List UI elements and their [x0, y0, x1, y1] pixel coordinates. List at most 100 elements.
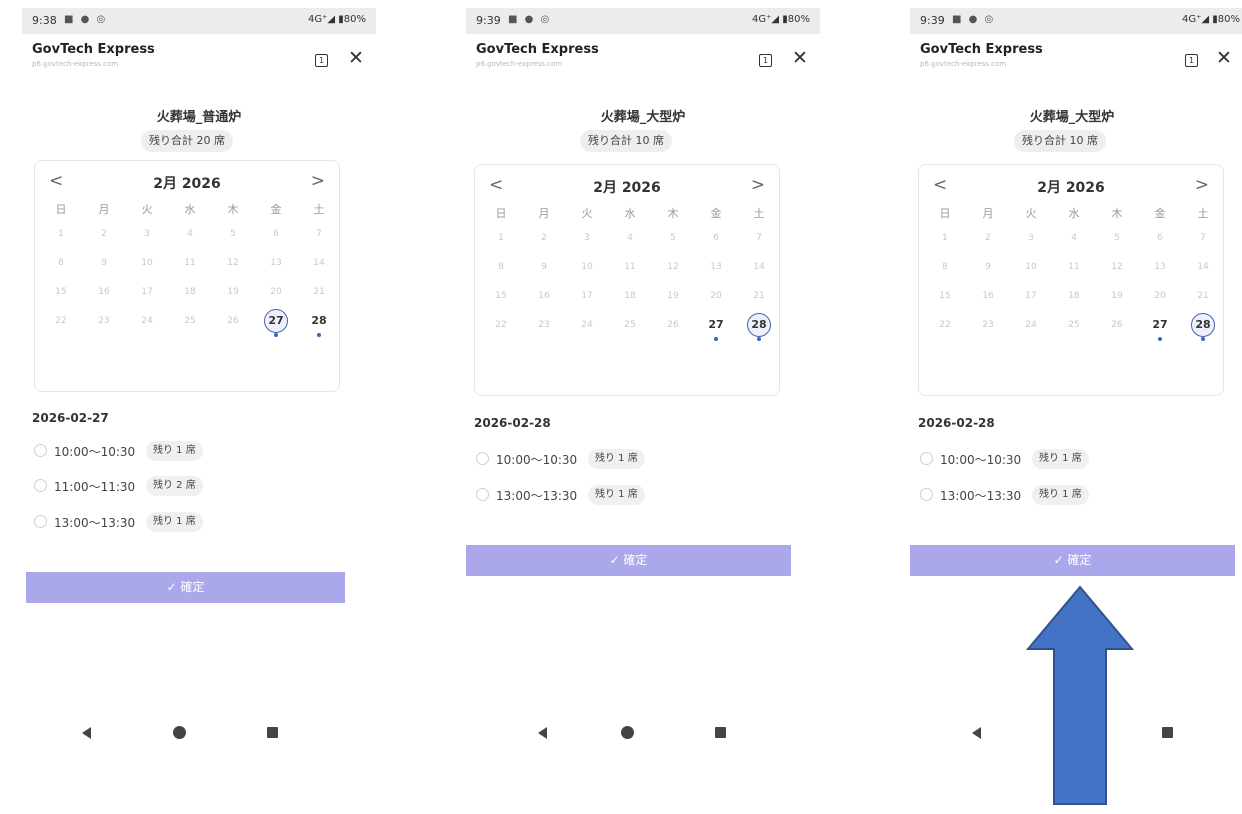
back-icon[interactable] — [972, 727, 981, 739]
time-slot-option[interactable]: 10:00〜10:30 残り 1 席 — [34, 440, 234, 462]
availability-dot — [274, 333, 278, 337]
calendar-day: 7 — [1200, 233, 1206, 243]
remaining-total-badge: 残り合計 20 席 — [141, 130, 233, 152]
slot-time: 10:00〜10:30 — [54, 445, 136, 459]
confirm-button[interactable]: ✓ 確定 — [466, 545, 791, 576]
calendar-day: 4 — [187, 229, 193, 239]
calendar-day: 18 — [184, 287, 196, 297]
notification-icons: ■ ● ◎ — [508, 14, 552, 25]
back-icon[interactable] — [82, 727, 91, 739]
weekday-label: 火 — [141, 203, 153, 216]
calendar-day: 26 — [667, 320, 679, 330]
calendar-day: 14 — [1197, 262, 1209, 272]
calendar-day: 16 — [98, 287, 110, 297]
weekday-label: 日 — [495, 207, 507, 220]
recent-apps-icon[interactable] — [715, 727, 726, 738]
close-icon[interactable]: ✕ — [792, 48, 808, 68]
calendar-day: 23 — [538, 320, 550, 330]
time-slot-option[interactable]: 13:00〜13:30 残り 1 席 — [34, 511, 234, 533]
calendar-month-label: 2月 2026 — [1037, 180, 1105, 196]
calendar-day: 7 — [316, 229, 322, 239]
weekday-label: 日 — [939, 207, 951, 220]
slot-radio-button[interactable] — [34, 444, 47, 457]
calendar-day[interactable]: 28 — [304, 306, 334, 336]
slot-radio-button[interactable] — [34, 515, 47, 528]
tabs-button[interactable]: 1 — [315, 54, 328, 67]
slot-radio-button[interactable] — [34, 479, 47, 492]
time-slot-option[interactable]: 13:00〜13:30 残り 1 席 — [920, 484, 1120, 506]
calendar-day[interactable]: 28 — [1191, 313, 1215, 337]
calendar-day[interactable]: 27 — [1145, 310, 1175, 340]
calendar-day: 26 — [227, 316, 239, 326]
calendar-day: 11 — [184, 258, 196, 268]
calendar-day[interactable]: 27 — [701, 310, 731, 340]
app-url: p6.govtech-express.com — [920, 60, 1007, 68]
recent-apps-icon[interactable] — [267, 727, 278, 738]
slot-remaining-badge: 残り 1 席 — [1032, 485, 1089, 505]
slot-radio-button[interactable] — [920, 452, 933, 465]
phone-screen-1: 9:38 ■ ● ◎ 4G⁺◢ ▮80% GovTech Express p6.… — [22, 0, 376, 814]
weekday-label: 月 — [98, 203, 110, 216]
annotation-arrow-icon — [1026, 585, 1134, 805]
calendar-day: 16 — [982, 291, 994, 301]
availability-dot — [317, 333, 321, 337]
calendar-day: 21 — [313, 287, 325, 297]
slot-remaining-badge: 残り 1 席 — [588, 485, 645, 505]
calendar: <2月 2026 > 日月火水木金土 1 2 3 4 5 6 7 8 9 10 11 12 13 14 15 16 1… — [918, 164, 1224, 396]
app-url: p6.govtech-express.com — [476, 60, 563, 68]
calendar-day: 2 — [985, 233, 991, 243]
calendar-day[interactable]: 28 — [747, 313, 771, 337]
slot-radio-button[interactable] — [920, 488, 933, 501]
calendar-day[interactable]: 27 — [264, 309, 288, 333]
next-month-button[interactable]: > — [1195, 175, 1209, 195]
home-icon[interactable] — [621, 726, 634, 739]
next-month-button[interactable]: > — [311, 171, 325, 191]
calendar-day: 20 — [270, 287, 282, 297]
time-slot-option[interactable]: 11:00〜11:30 残り 2 席 — [34, 475, 234, 497]
calendar-day: 2 — [541, 233, 547, 243]
slot-time: 11:00〜11:30 — [54, 480, 136, 494]
back-icon[interactable] — [538, 727, 547, 739]
calendar-day: 10 — [581, 262, 593, 272]
calendar-day: 20 — [1154, 291, 1166, 301]
calendar-day: 9 — [101, 258, 107, 268]
next-month-button[interactable]: > — [751, 175, 765, 195]
status-time: 9:38 — [32, 14, 57, 27]
calendar-day: 12 — [667, 262, 679, 272]
calendar-day: 3 — [1028, 233, 1034, 243]
status-bar: 9:39 ■ ● ◎ 4G⁺◢ ▮80% — [466, 8, 820, 34]
calendar-day: 8 — [942, 262, 948, 272]
calendar-day: 1 — [942, 233, 948, 243]
calendar: <2月 2026 > 日月火水木金土 1 2 3 4 5 6 7 8 9 10 11 12 13 14 15 16 1… — [34, 160, 340, 392]
calendar-day: 6 — [273, 229, 279, 239]
calendar-day: 23 — [98, 316, 110, 326]
tabs-button[interactable]: 1 — [1185, 54, 1198, 67]
facility-title: 火葬場_普通炉 — [156, 110, 242, 125]
weekday-label: 木 — [227, 203, 239, 216]
slot-remaining-badge: 残り 1 席 — [146, 512, 203, 532]
recent-apps-icon[interactable] — [1162, 727, 1173, 738]
calendar-day: 22 — [495, 320, 507, 330]
calendar-day: 26 — [1111, 320, 1123, 330]
slot-radio-button[interactable] — [476, 452, 489, 465]
slot-remaining-badge: 残り 1 席 — [146, 441, 203, 461]
slot-radio-button[interactable] — [476, 488, 489, 501]
calendar-day: 5 — [1114, 233, 1120, 243]
slot-time: 13:00〜13:30 — [940, 489, 1022, 503]
tabs-button[interactable]: 1 — [759, 54, 772, 67]
weekday-label: 水 — [624, 207, 636, 220]
close-icon[interactable]: ✕ — [1216, 48, 1232, 68]
weekday-label: 水 — [1068, 207, 1080, 220]
time-slot-option[interactable]: 13:00〜13:30 残り 1 席 — [476, 484, 676, 506]
calendar-day: 22 — [939, 320, 951, 330]
time-slot-option[interactable]: 10:00〜10:30 残り 1 席 — [920, 448, 1120, 470]
confirm-button[interactable]: ✓ 確定 — [910, 545, 1235, 576]
selected-date-label: 2026-02-27 — [32, 411, 109, 425]
calendar-day: 1 — [498, 233, 504, 243]
time-slot-option[interactable]: 10:00〜10:30 残り 1 席 — [476, 448, 676, 470]
close-icon[interactable]: ✕ — [348, 48, 364, 68]
home-icon[interactable] — [173, 726, 186, 739]
slot-remaining-badge: 残り 1 席 — [1032, 449, 1089, 469]
calendar-day: 11 — [624, 262, 636, 272]
confirm-button[interactable]: ✓ 確定 — [26, 572, 345, 603]
